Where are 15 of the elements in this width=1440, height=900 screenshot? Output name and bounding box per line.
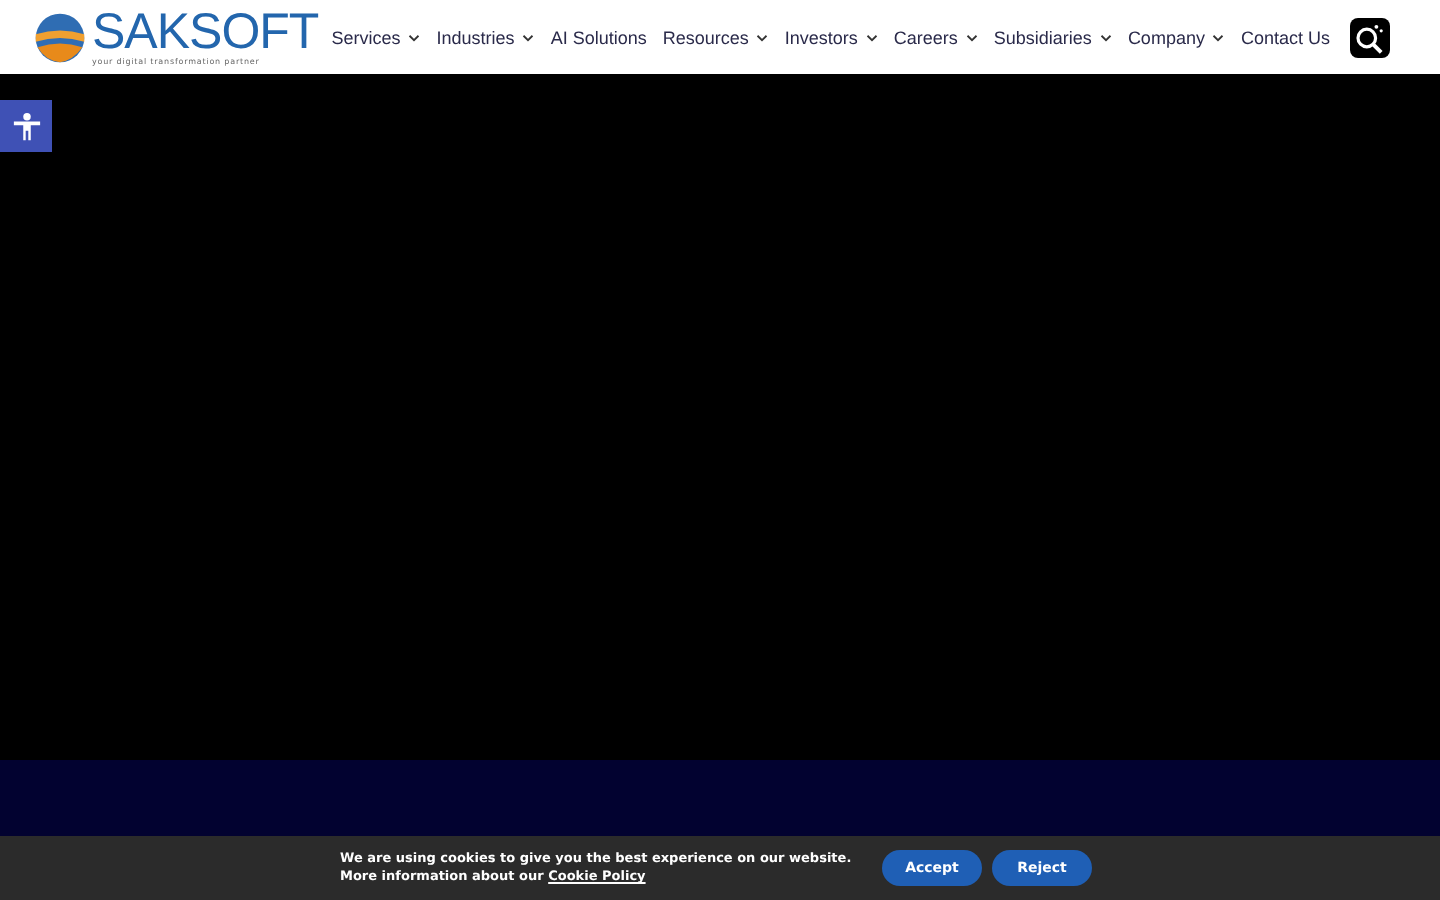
nav-link[interactable]: Careers: [893, 27, 978, 47]
nav-link[interactable]: Contact Us: [1240, 27, 1330, 47]
person-icon: [11, 111, 41, 141]
nav-link[interactable]: Industries: [436, 27, 535, 47]
globe-logo-icon: [32, 9, 88, 65]
nav-link[interactable]: Services: [331, 27, 421, 47]
nav-link[interactable]: Company: [1127, 27, 1225, 47]
logo-wordmark[interactable]: SAKSOFT: [92, 8, 319, 58]
nav-link[interactable]: Subsidiaries: [993, 27, 1112, 47]
nav-link[interactable]: AI Solutions: [550, 27, 647, 47]
accessibility-button[interactable]: [0, 100, 52, 152]
search-icon: [1354, 21, 1386, 53]
nav-link[interactable]: Investors: [784, 27, 878, 47]
nav-link[interactable]: Resources: [662, 27, 769, 47]
search-button[interactable]: [1350, 17, 1390, 57]
